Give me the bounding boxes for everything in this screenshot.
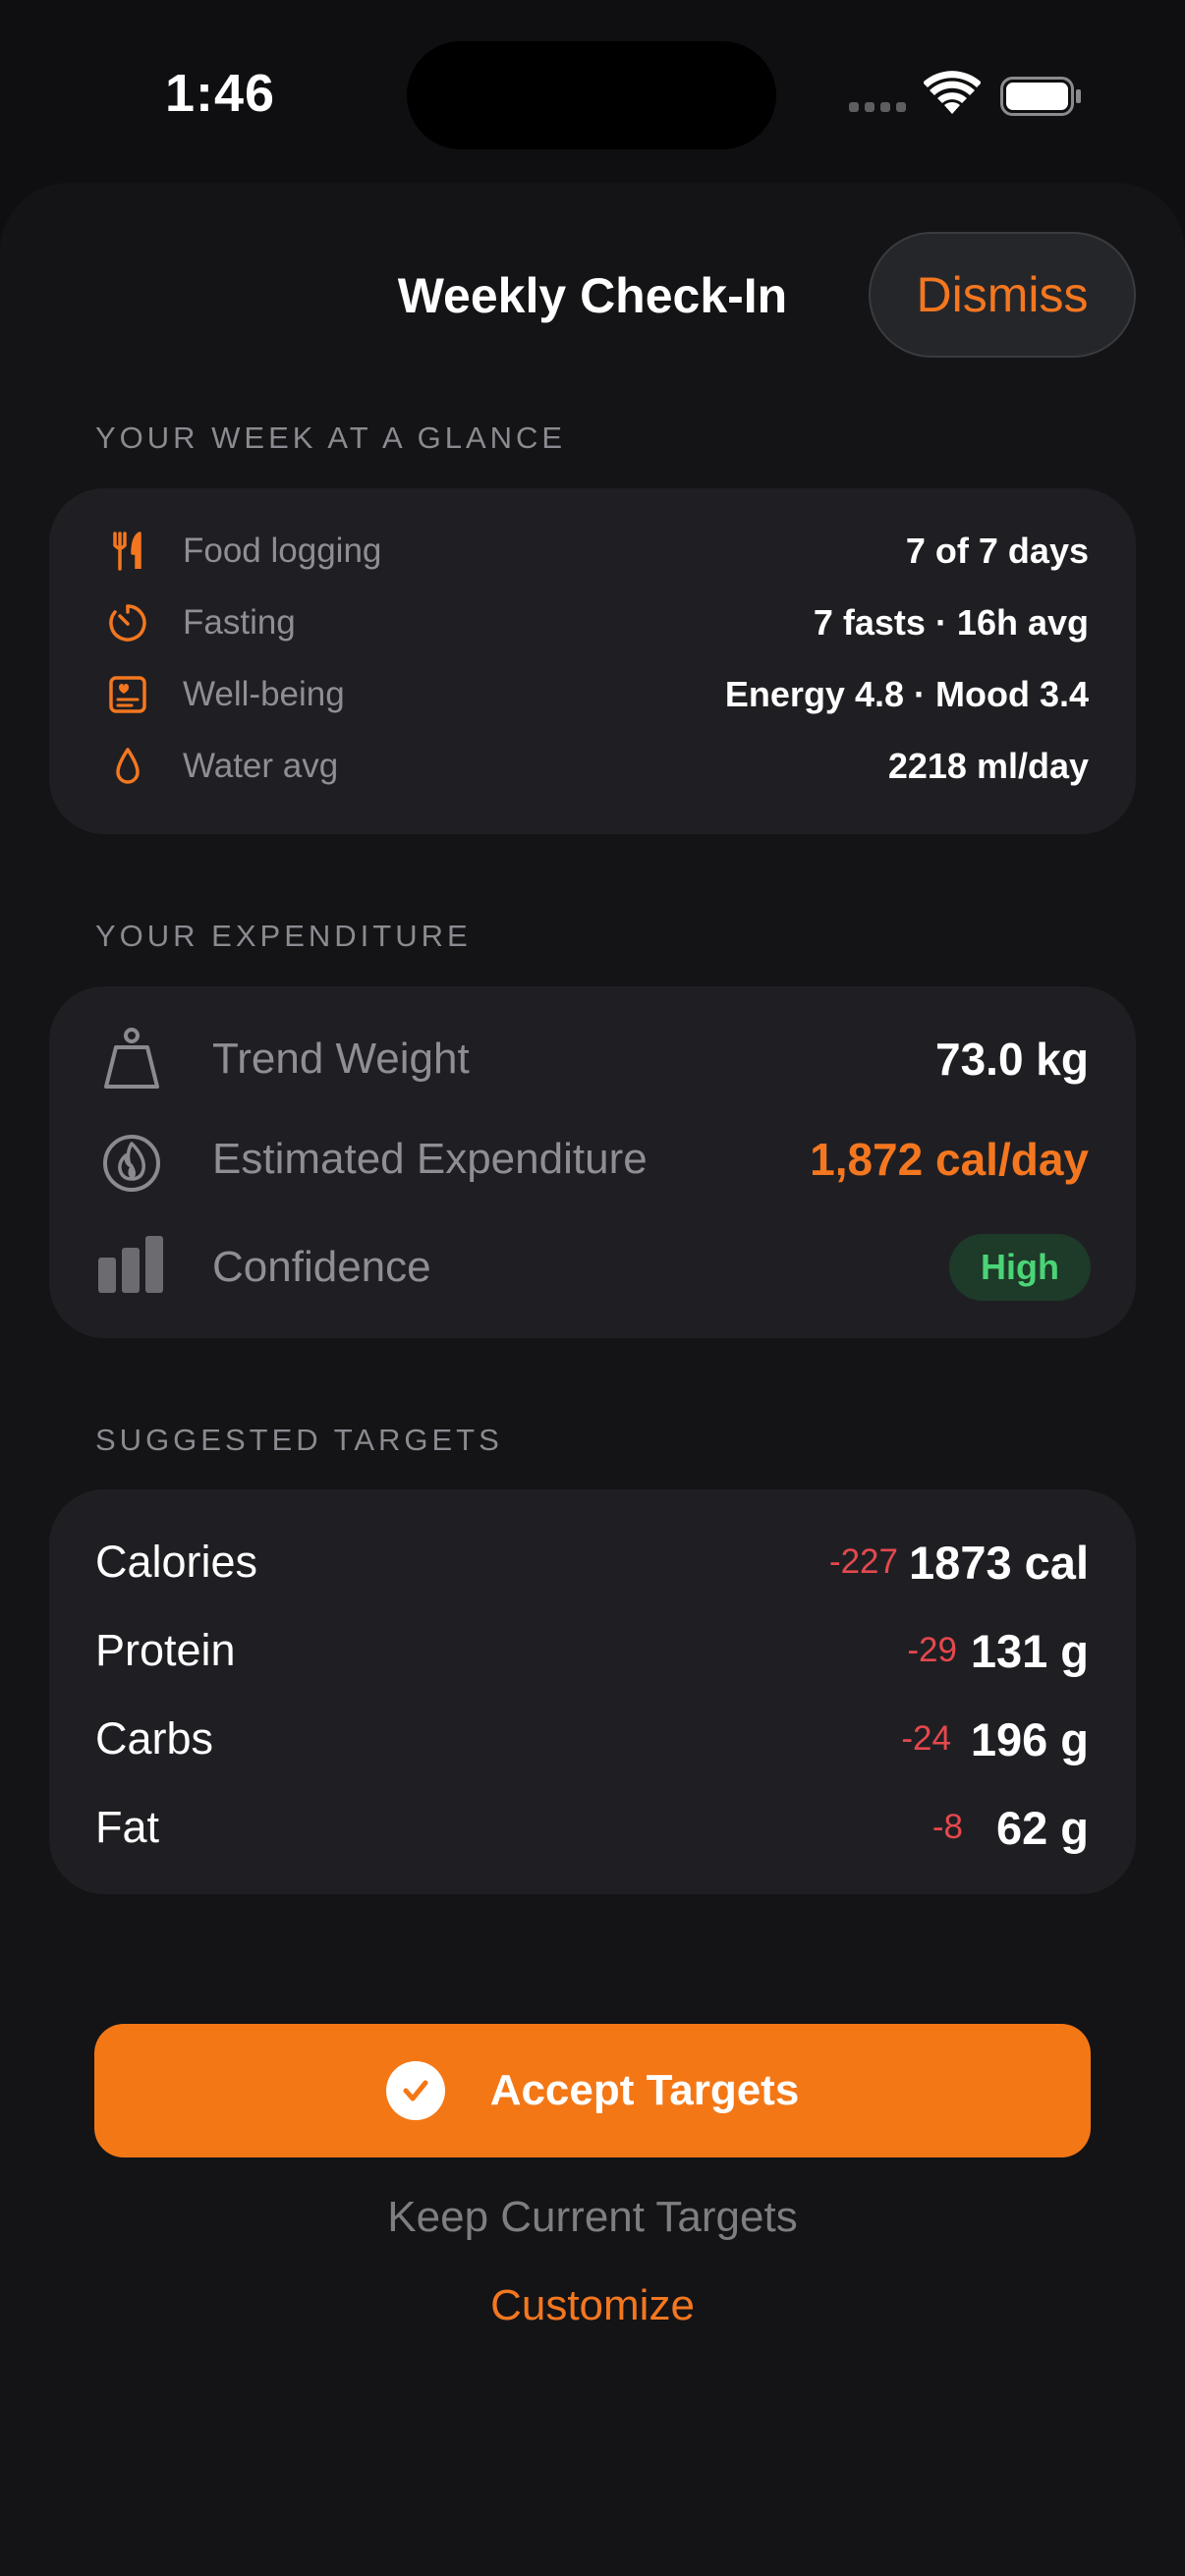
targets-card: Calories -227 1873 cal Protein -29 131 g… [49, 1489, 1136, 1894]
timer-icon [109, 604, 146, 642]
target-value: 1873 cal [909, 1536, 1089, 1589]
fork-knife-icon [113, 532, 141, 571]
battery-icon [1000, 77, 1081, 116]
dismiss-button[interactable]: Dismiss [869, 232, 1136, 358]
estimated-expenditure-label: Estimated Expenditure [212, 1135, 648, 1183]
target-delta: -29 [907, 1631, 957, 1669]
glance-card: Food logging 7 of 7 days Fasting 7 fasts… [49, 488, 1136, 834]
target-row-calories: Calories -227 1873 cal [49, 1533, 1136, 1592]
expenditure-card: Trend Weight 73.0 kg Estimated Expenditu… [49, 986, 1136, 1338]
target-row-protein: Protein -29 131 g [49, 1621, 1136, 1680]
glance-row-wellbeing: Well-being Energy 4.8 · Mood 3.4 [49, 671, 1136, 718]
target-delta: -227 [828, 1542, 898, 1581]
wifi-icon [924, 71, 981, 114]
glance-section-title: YOUR WEEK AT A GLANCE [95, 420, 567, 455]
glance-value: Energy 4.8 · Mood 3.4 [724, 674, 1089, 714]
customize-button[interactable]: Customize [0, 2281, 1185, 2330]
glance-label: Food logging [183, 532, 382, 570]
target-row-fat: Fat -8 62 g [49, 1798, 1136, 1857]
accept-targets-button[interactable]: Accept Targets [94, 2024, 1091, 2157]
trend-weight-label: Trend Weight [212, 1035, 470, 1083]
scale-weight-icon [104, 1028, 159, 1089]
glance-label: Water avg [183, 747, 339, 785]
target-delta: -24 [901, 1719, 951, 1758]
dynamic-island [407, 41, 776, 149]
confidence-label: Confidence [212, 1243, 431, 1291]
accept-targets-label: Accept Targets [489, 2066, 800, 2114]
target-value: 62 g [995, 1801, 1089, 1854]
glance-row-water: Water avg 2218 ml/day [49, 743, 1136, 790]
targets-section-title: SUGGESTED TARGETS [95, 1423, 503, 1457]
checkmark-icon [385, 2061, 445, 2120]
trend-weight-value: 73.0 kg [935, 1034, 1089, 1085]
glance-label: Well-being [183, 675, 345, 713]
accept-targets-content: Accept Targets [385, 2061, 800, 2120]
cellular-signal-icon [849, 102, 906, 112]
glance-value: 2218 ml/day [887, 746, 1089, 786]
target-label: Carbs [95, 1713, 214, 1764]
status-time: 1:46 [165, 64, 276, 123]
bars-icon [98, 1236, 163, 1293]
target-value: 196 g [970, 1712, 1089, 1765]
glance-label: Fasting [183, 603, 296, 642]
water-drop-icon [116, 748, 140, 784]
trend-weight-row: Trend Weight 73.0 kg [49, 1020, 1136, 1098]
target-value: 131 g [970, 1624, 1089, 1677]
target-row-carbs: Carbs -24 196 g [49, 1709, 1136, 1768]
target-label: Fat [95, 1802, 160, 1852]
expenditure-section-title: YOUR EXPENDITURE [95, 919, 472, 953]
estimated-expenditure-row: Estimated Expenditure 1,872 cal/day [49, 1120, 1136, 1199]
keep-current-targets-button[interactable]: Keep Current Targets [0, 2193, 1185, 2242]
confidence-row: Confidence High [49, 1228, 1136, 1307]
target-label: Protein [95, 1625, 236, 1675]
flame-icon [103, 1135, 160, 1192]
confidence-badge: High [949, 1234, 1091, 1301]
glance-row-fasting: Fasting 7 fasts · 16h avg [49, 599, 1136, 646]
estimated-expenditure-value: 1,872 cal/day [810, 1134, 1089, 1185]
target-delta: -8 [931, 1808, 963, 1846]
target-label: Calories [95, 1537, 258, 1587]
heart-card-icon [109, 676, 146, 713]
status-bar: 1:46 [0, 0, 1185, 187]
glance-row-food: Food logging 7 of 7 days [49, 528, 1136, 575]
glance-value: 7 of 7 days [905, 531, 1089, 571]
glance-value: 7 fasts · 16h avg [813, 602, 1089, 643]
